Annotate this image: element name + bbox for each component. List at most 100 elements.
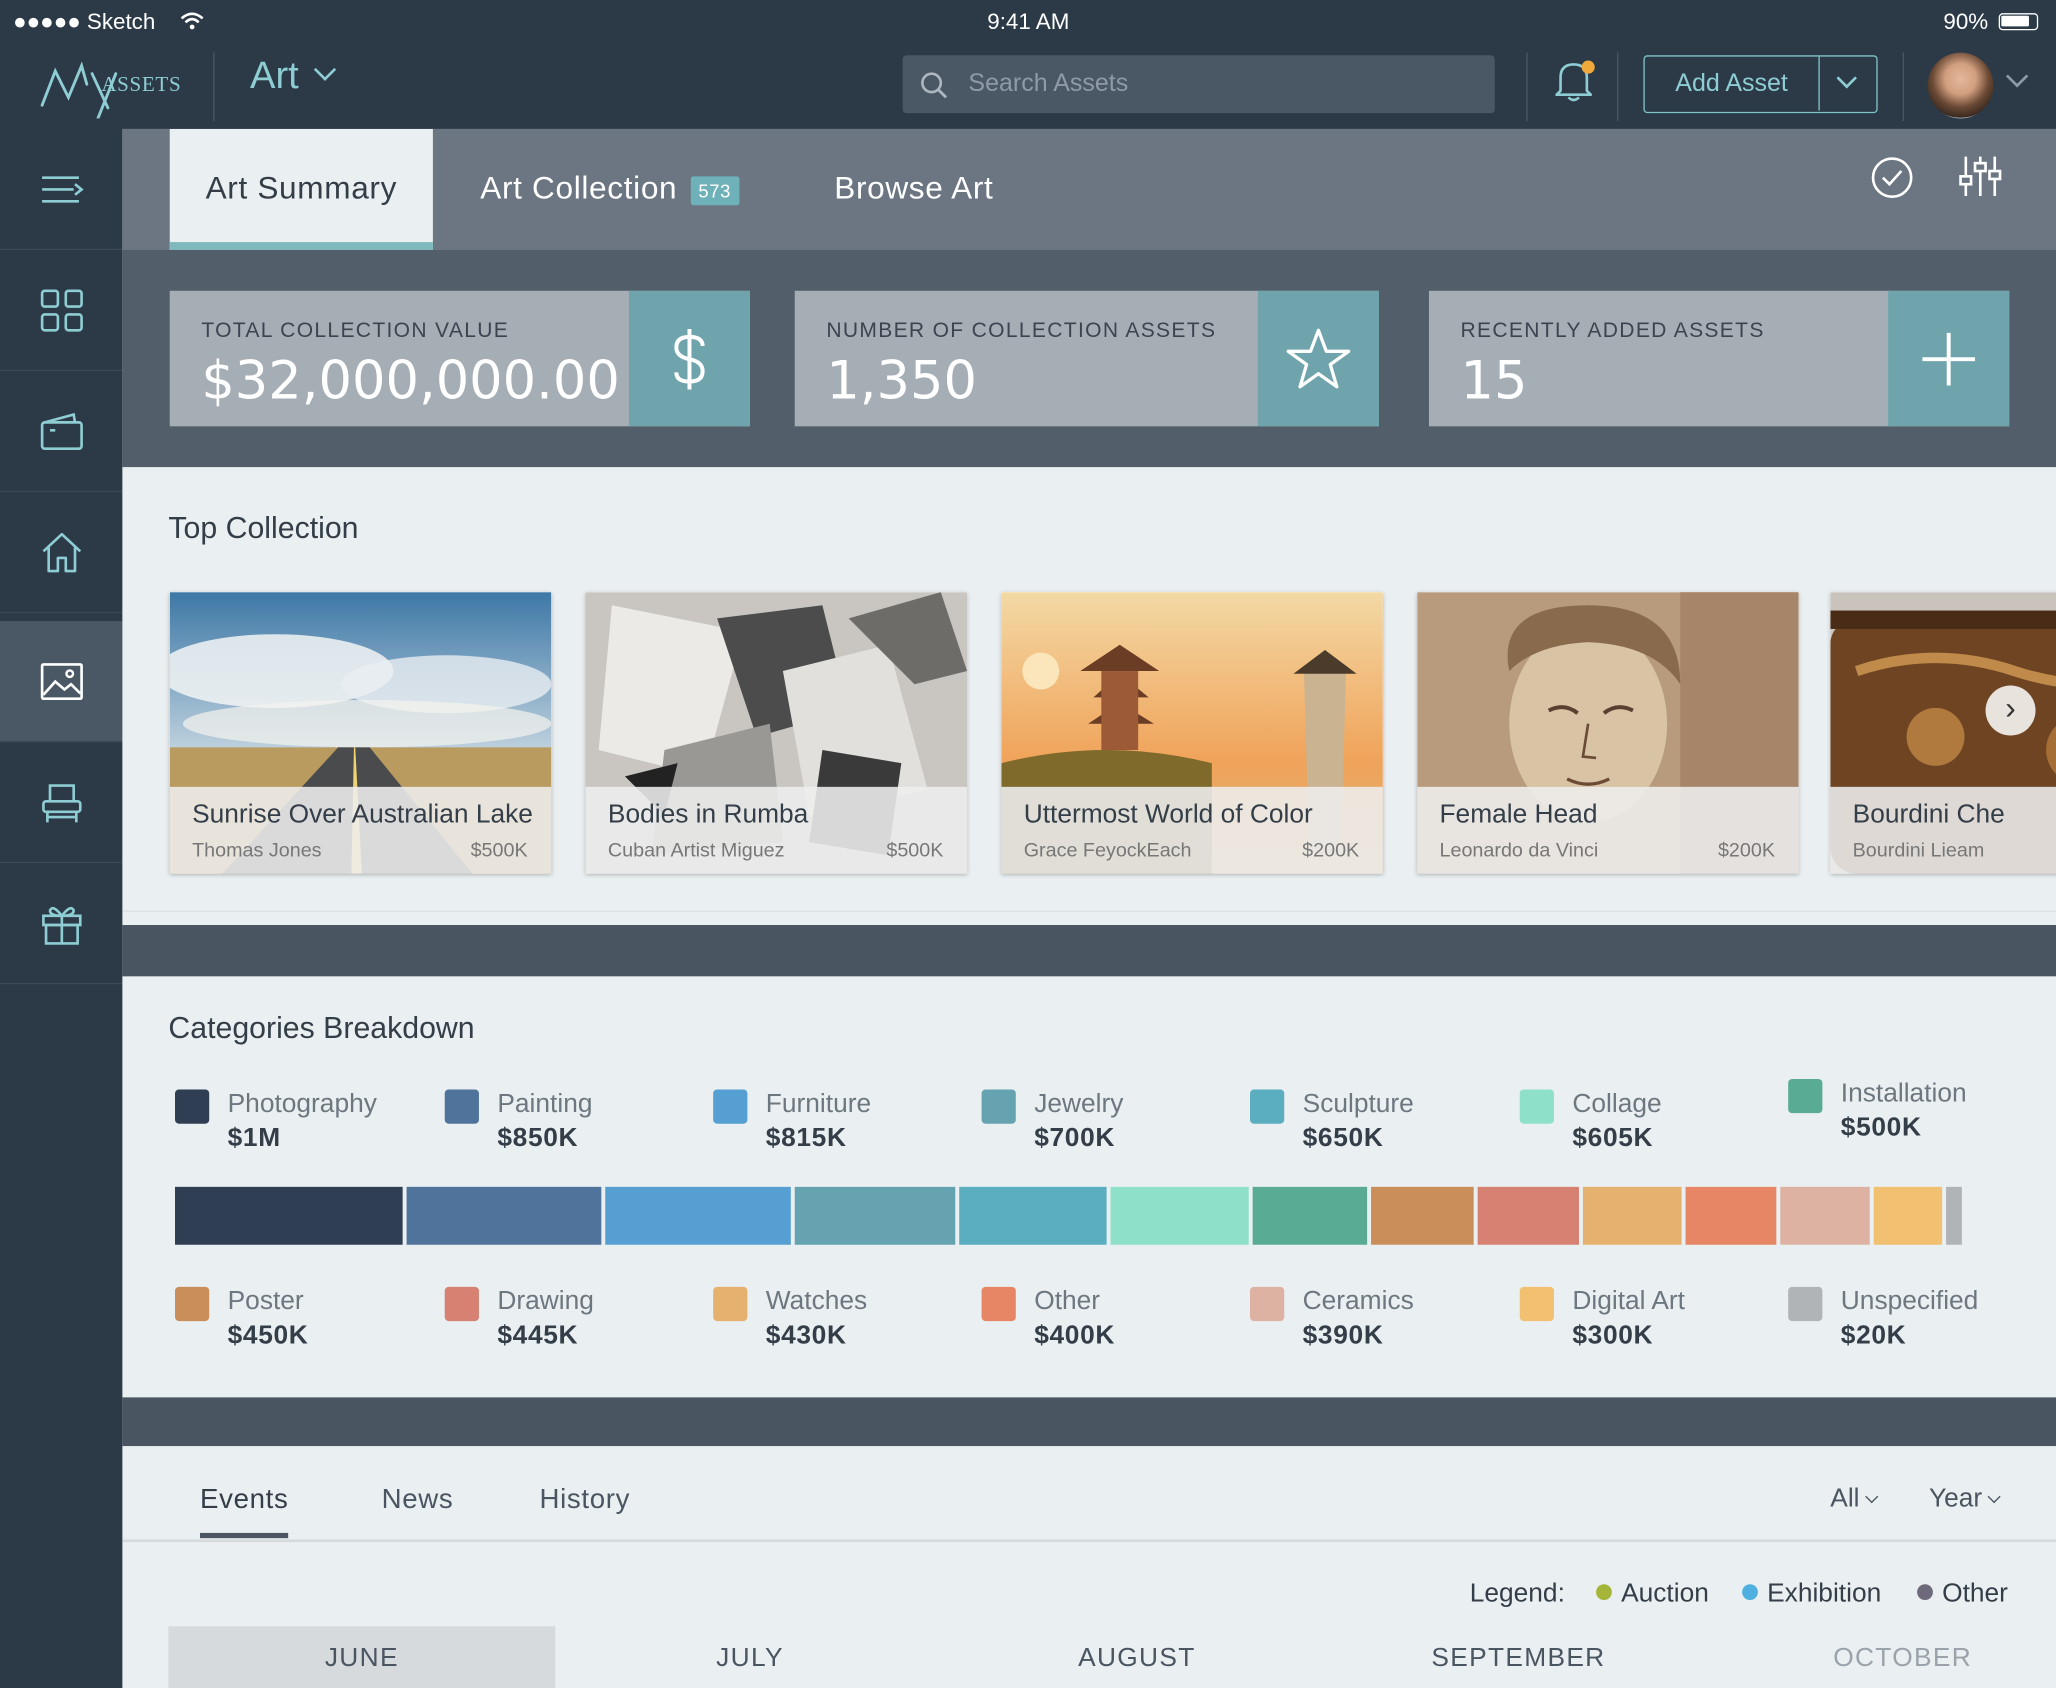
- bar-segment-unspecified[interactable]: [1946, 1186, 1962, 1245]
- bar-segment-collage[interactable]: [1111, 1186, 1250, 1245]
- legend-dot: [1596, 1584, 1612, 1601]
- bar-segment-sculpture[interactable]: [958, 1186, 1108, 1245]
- collection-card[interactable]: Sunrise Over Australian Lake Thomas Jone…: [169, 592, 552, 874]
- month-june[interactable]: JUNE: [168, 1626, 556, 1688]
- kpi-value: 1,350: [826, 351, 978, 412]
- category-value: $430K: [765, 1321, 847, 1351]
- chevron-down-icon[interactable]: [2005, 65, 2029, 88]
- section-title: Top Collection: [168, 510, 359, 545]
- avatar[interactable]: [1927, 52, 1994, 119]
- filter-sliders-icon[interactable]: [1957, 153, 2004, 200]
- count-badge: 573: [690, 175, 739, 205]
- kpi-card-recent: RECENTLY ADDED ASSETS 15: [1428, 290, 2010, 427]
- battery-icon: [1998, 13, 2039, 31]
- legend-text: Auction: [1621, 1578, 1709, 1608]
- kpi-card-asset-count: NUMBER OF COLLECTION ASSETS 1,350: [794, 290, 1379, 427]
- sidebar-item-wallet[interactable]: [0, 371, 123, 493]
- category-swatch: [1788, 1286, 1823, 1322]
- card-caption: Bourdini Che Bourdini Lieam: [1830, 786, 2056, 874]
- section-separator: [122, 1397, 2056, 1447]
- menu-icon: [41, 175, 84, 202]
- collection-card[interactable]: Bodies in Rumba Cuban Artist Miguez $500…: [585, 592, 968, 874]
- kpi-title: NUMBER OF COLLECTION ASSETS: [826, 319, 1217, 343]
- category-swatch: [444, 1286, 479, 1322]
- filter-year-dropdown[interactable]: Year: [1929, 1484, 2002, 1514]
- gift-icon: [41, 906, 81, 945]
- kpi-icon-box[interactable]: [1888, 290, 2010, 427]
- bar-segment-ceramics[interactable]: [1780, 1186, 1870, 1245]
- month-september[interactable]: SEPTEMBER: [1325, 1626, 1712, 1688]
- chevron-down-icon: [1836, 68, 1857, 89]
- category-name: Digital Art: [1572, 1286, 1686, 1316]
- bar-segment-painting[interactable]: [407, 1186, 602, 1245]
- collection-card[interactable]: Uttermost World of Color Grace FeyockEac…: [1001, 592, 1383, 874]
- bar-segment-furniture[interactable]: [605, 1186, 792, 1245]
- search-input[interactable]: [968, 55, 1482, 114]
- section-label: Art: [250, 55, 299, 98]
- sidebar-item-menu[interactable]: [0, 129, 123, 251]
- check-circle-icon[interactable]: [1870, 155, 1915, 200]
- category-swatch: [1788, 1078, 1823, 1114]
- battery-percent: 90%: [1943, 9, 1989, 35]
- chevron-down-icon: [1988, 1490, 2002, 1504]
- plus-icon: [1922, 332, 1976, 385]
- tab-events[interactable]: Events: [200, 1484, 288, 1516]
- category-value: $1M: [227, 1123, 281, 1153]
- kpi-section: TOTAL COLLECTION VALUE $32,000,000.00 NU…: [122, 250, 2056, 468]
- kpi-icon-box: [1257, 290, 1379, 427]
- category-name: Installation: [1840, 1078, 1967, 1108]
- bar-segment-photography[interactable]: [175, 1186, 404, 1245]
- tab-news[interactable]: News: [382, 1484, 454, 1516]
- month-october[interactable]: OCTOBER: [1709, 1626, 2056, 1688]
- tab-browse-art[interactable]: Browse Art: [834, 129, 993, 250]
- bar-segment-jewelry[interactable]: [795, 1186, 955, 1245]
- sidebar-item-furniture[interactable]: [0, 742, 123, 864]
- sidebar-item-real-estate[interactable]: [0, 492, 123, 614]
- category-swatch: [1519, 1286, 1554, 1322]
- divider: [1526, 52, 1528, 122]
- collection-card[interactable]: Bourdini Che Bourdini Lieam: [1830, 592, 2056, 874]
- collection-card[interactable]: Female Head Leonardo da Vinci $200K: [1417, 592, 1799, 874]
- add-asset-dropdown[interactable]: [1818, 56, 1876, 111]
- logo-text: ASSETS: [101, 73, 182, 97]
- carousel-next-button[interactable]: ›: [1985, 685, 2036, 736]
- search-icon: [921, 72, 948, 99]
- category-value: $20K: [1840, 1321, 1907, 1351]
- category-swatch: [981, 1089, 1016, 1124]
- category-value: $815K: [765, 1123, 847, 1153]
- search-box[interactable]: [902, 55, 1495, 114]
- bar-segment-poster[interactable]: [1371, 1186, 1474, 1245]
- bar-segment-drawing[interactable]: [1477, 1186, 1580, 1245]
- add-asset-button[interactable]: Add Asset: [1643, 55, 1878, 114]
- divider: [122, 1539, 2056, 1543]
- artwork-artist: Bourdini Lieam: [1852, 839, 1985, 862]
- category-value: $300K: [1572, 1321, 1654, 1351]
- bar-segment-digital-art[interactable]: [1873, 1186, 1943, 1245]
- category-name: Drawing: [497, 1286, 594, 1316]
- legend-dot: [1742, 1584, 1758, 1601]
- legend-item-exhibition: Exhibition: [1742, 1579, 1881, 1609]
- section-separator: [122, 925, 2056, 977]
- month-august[interactable]: AUGUST: [943, 1626, 1330, 1688]
- bar-segment-installation[interactable]: [1253, 1186, 1368, 1245]
- tab-art-collection[interactable]: Art Collection 573: [480, 129, 739, 250]
- status-bar: ●●●●● Sketch 9:41 AM 90%: [0, 0, 2056, 45]
- legend-dot: [1917, 1584, 1933, 1601]
- tab-history[interactable]: History: [539, 1484, 630, 1516]
- bar-segment-other[interactable]: [1685, 1186, 1777, 1245]
- sidebar-item-gifts[interactable]: [0, 863, 123, 985]
- tab-art-summary[interactable]: Art Summary: [169, 128, 433, 251]
- artwork-artist: Thomas Jones: [192, 839, 322, 862]
- app-window: ●●●●● Sketch 9:41 AM 90% ASSETS Art Add …: [0, 0, 2056, 1688]
- kpi-title: TOTAL COLLECTION VALUE: [201, 319, 510, 343]
- month-july[interactable]: JULY: [557, 1626, 944, 1688]
- sidebar-item-art[interactable]: [0, 621, 123, 743]
- artwork-price: $500K: [470, 839, 528, 862]
- category-name: Sculpture: [1302, 1089, 1414, 1119]
- sidebar-item-dashboard[interactable]: [0, 250, 123, 372]
- category-swatch: [713, 1089, 748, 1124]
- bar-segment-watches[interactable]: [1583, 1186, 1682, 1245]
- filter-all-dropdown[interactable]: All: [1830, 1484, 1879, 1514]
- category-name: Painting: [497, 1089, 593, 1119]
- section-selector[interactable]: Art: [250, 55, 337, 98]
